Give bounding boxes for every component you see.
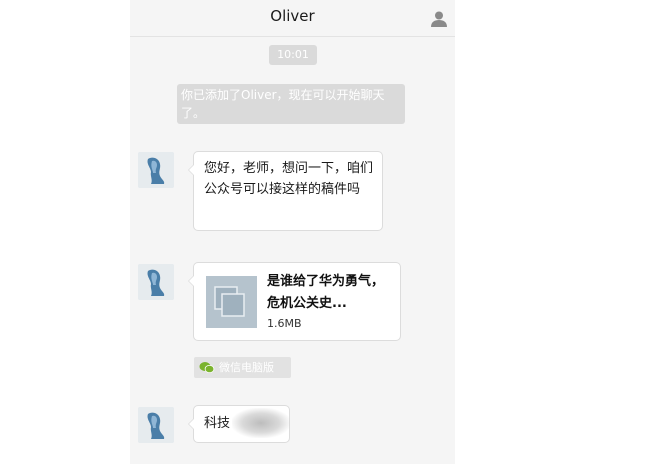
system-notice: 你已添加了Oliver，现在可以开始聊天了。: [177, 84, 405, 124]
chat-window: Oliver 10:01 你已添加了Oliver，现在可以开始聊天了。 您好，老…: [130, 0, 455, 464]
source-tag-label: 微信电脑版: [219, 361, 274, 374]
redaction-blur: [232, 408, 290, 438]
message-bubble[interactable]: 您好，老师，想问一下，咱们公众号可以接这样的稿件吗: [188, 151, 383, 231]
timestamp: 10:01: [269, 45, 317, 65]
avatar[interactable]: [138, 407, 174, 443]
file-message-bubble[interactable]: 是谁给了华为勇气，危机公关史... 1.6MB: [188, 262, 401, 341]
message-text: 您好，老师，想问一下，咱们公众号可以接这样的稿件吗: [204, 161, 374, 197]
contact-name: Oliver: [270, 7, 315, 25]
avatar-image: [138, 264, 174, 300]
avatar[interactable]: [138, 152, 174, 188]
source-tag: 微信电脑版: [194, 357, 291, 378]
message-bubble[interactable]: 科技: [188, 405, 290, 443]
user-profile-icon[interactable]: [430, 10, 448, 28]
file-size: 1.6MB: [267, 317, 302, 330]
avatar-image: [138, 407, 174, 443]
stage: Oliver 10:01 你已添加了Oliver，现在可以开始聊天了。 您好，老…: [0, 0, 664, 464]
avatar-image: [138, 152, 174, 188]
wechat-icon: [199, 362, 215, 373]
avatar[interactable]: [138, 264, 174, 300]
file-title: 是谁给了华为勇气，危机公关史...: [267, 274, 385, 311]
chat-header: Oliver: [130, 0, 455, 37]
file-icon: [206, 276, 257, 328]
